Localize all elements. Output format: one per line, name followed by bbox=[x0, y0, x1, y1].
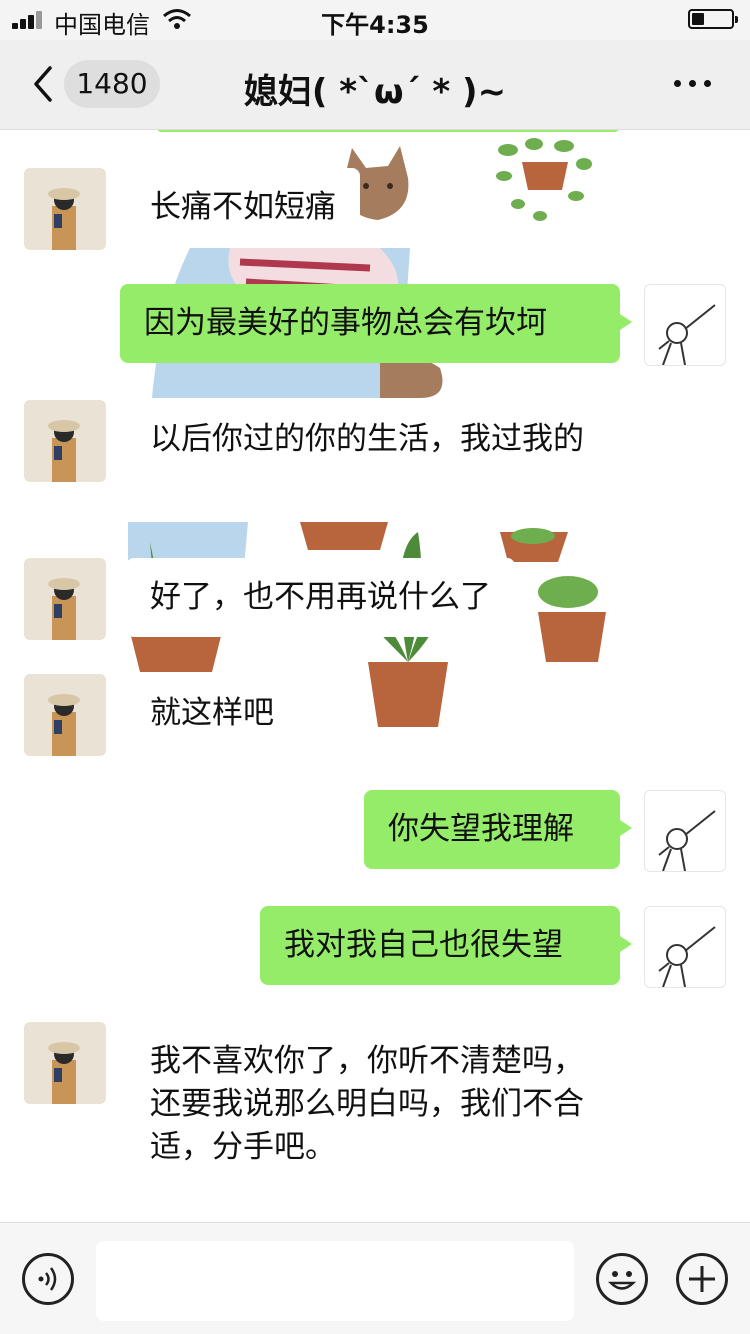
contact-avatar[interactable] bbox=[24, 400, 106, 482]
message-bubble-sent[interactable]: 我对我自己也很失望 bbox=[260, 906, 632, 985]
battery-icon bbox=[688, 9, 738, 29]
unread-count-badge[interactable]: 1480 bbox=[64, 60, 160, 108]
my-avatar[interactable] bbox=[644, 790, 726, 872]
contact-avatar[interactable] bbox=[24, 168, 106, 250]
message-bubble-received[interactable]: 就这样吧 bbox=[126, 674, 298, 753]
message-text-field[interactable] bbox=[96, 1241, 574, 1321]
status-bar: 中国电信 下午4:35 bbox=[0, 0, 750, 40]
voice-icon[interactable] bbox=[22, 1253, 74, 1305]
chat-title: 媳妇( *`ω´ * )~ bbox=[243, 72, 507, 112]
message-bubble-received[interactable]: 长痛不如短痛 bbox=[126, 168, 360, 247]
contact-avatar[interactable] bbox=[24, 674, 106, 756]
message-bubble-sent[interactable]: 因为最美好的事物总会有坎坷 bbox=[120, 284, 632, 363]
contact-avatar[interactable] bbox=[24, 1022, 106, 1104]
wallpaper-hanging-plant bbox=[496, 138, 592, 221]
my-avatar[interactable] bbox=[644, 906, 726, 988]
chat-header: 1480 媳妇( *`ω´ * )~ bbox=[0, 40, 750, 130]
emoji-icon[interactable] bbox=[596, 1253, 648, 1305]
chat-history[interactable]: 长痛不如短痛 因为最美好的事物总会有坎坷 以后你过的你的生活，我过我的 好了，也… bbox=[0, 130, 750, 1222]
more-options-icon[interactable] bbox=[674, 72, 714, 92]
message-input-bar bbox=[0, 1222, 750, 1334]
message-bubble-received[interactable]: 好了，也不用再说什么了 bbox=[126, 558, 515, 637]
message-bubble-received[interactable]: 以后你过的你的生活，我过我的 bbox=[126, 400, 616, 479]
back-chevron-icon[interactable] bbox=[24, 62, 64, 106]
contact-avatar[interactable] bbox=[24, 558, 106, 640]
status-time: 下午4:35 bbox=[321, 11, 429, 39]
message-bubble-received[interactable]: 我不喜欢你了，你听不清楚吗，还要我说那么明白吗，我们不合适，分手吧。 bbox=[126, 1022, 616, 1187]
my-avatar[interactable] bbox=[644, 284, 726, 366]
plus-icon[interactable] bbox=[676, 1253, 728, 1305]
message-bubble-sent[interactable]: 你失望我理解 bbox=[364, 790, 632, 869]
